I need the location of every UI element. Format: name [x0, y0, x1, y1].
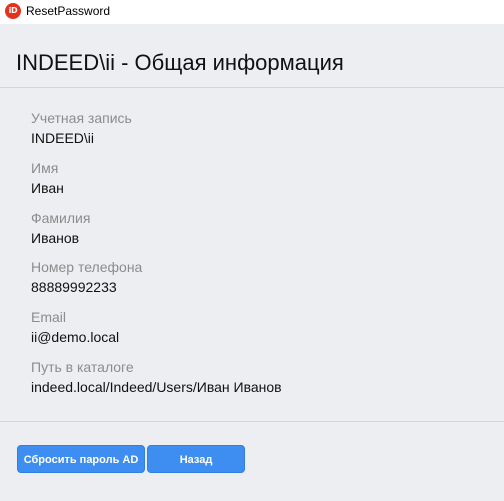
- first-name-field: Имя Иван: [31, 159, 64, 197]
- window-title: ResetPassword: [26, 4, 111, 18]
- first-name-value: Иван: [31, 180, 64, 196]
- footer-divider: [0, 421, 504, 422]
- last-name-value: Иванов: [31, 230, 80, 246]
- title-bar: iD ResetPassword: [0, 0, 504, 24]
- directory-path-value: indeed.local/Indeed/Users/Иван Иванов: [31, 379, 282, 395]
- account-value: INDEED\ii: [31, 130, 95, 146]
- last-name-field: Фамилия Иванов: [31, 209, 90, 247]
- back-button[interactable]: Назад: [147, 445, 245, 473]
- main-content: INDEED\ii - Общая информация Учетная зап…: [0, 24, 504, 501]
- app-logo-icon: iD: [5, 3, 21, 19]
- directory-path-field: Путь в каталоге indeed.local/Indeed/User…: [31, 358, 282, 396]
- email-value: ii@demo.local: [31, 329, 120, 345]
- phone-value: 88889992233: [31, 279, 117, 295]
- last-name-label: Фамилия: [31, 210, 91, 226]
- page-title: INDEED\ii - Общая информация: [16, 50, 344, 75]
- header-divider: [0, 87, 504, 88]
- account-label: Учетная запись: [31, 110, 132, 126]
- phone-field: Номер телефона 88889992233: [31, 258, 142, 296]
- first-name-label: Имя: [31, 160, 59, 176]
- reset-ad-password-button[interactable]: Сбросить пароль AD: [17, 445, 145, 473]
- account-field: Учетная запись INDEED\ii: [31, 109, 132, 147]
- email-field: Email ii@demo.local: [31, 308, 119, 346]
- directory-path-label: Путь в каталоге: [31, 359, 134, 375]
- phone-label: Номер телефона: [31, 259, 143, 275]
- email-label: Email: [31, 309, 67, 325]
